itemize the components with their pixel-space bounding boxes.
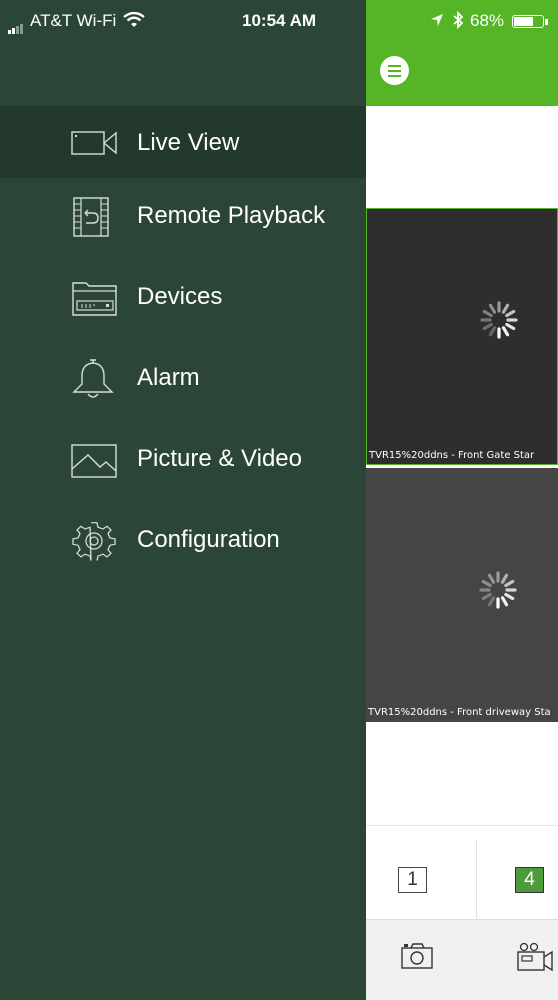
menu-item-devices[interactable]: Devices <box>0 259 366 340</box>
record-icon[interactable] <box>516 942 558 972</box>
loading-spinner-icon <box>480 301 518 339</box>
picture-icon <box>71 444 117 478</box>
bell-icon <box>72 359 114 398</box>
divider <box>476 841 477 918</box>
battery-percent: 68% <box>470 11 505 30</box>
navigation-drawer: Live View Remote Playback Devices Alarm … <box>0 40 366 1000</box>
bluetooth-icon <box>453 11 464 29</box>
clock: 10:54 AM <box>242 11 317 30</box>
drawer-menu: Live View Remote Playback Devices Alarm … <box>0 106 366 583</box>
menu-item-configuration[interactable]: Configuration <box>0 502 366 583</box>
split-1-button[interactable]: 1 <box>398 867 427 893</box>
camera-tile-1[interactable]: TVR15%20ddns - Front Gate Star <box>366 208 558 465</box>
devices-icon <box>72 282 117 316</box>
menu-item-live-view[interactable]: Live View <box>0 106 366 178</box>
gear-icon <box>72 522 116 561</box>
menu-item-picture-video[interactable]: Picture & Video <box>0 421 366 502</box>
battery-tip <box>545 19 548 25</box>
location-icon <box>431 14 443 26</box>
bottom-toolbar <box>366 919 558 1000</box>
menu-item-label: Configuration <box>137 526 280 553</box>
drawer-header <box>0 40 366 106</box>
carrier-name: AT&T Wi-Fi <box>30 11 117 30</box>
wifi-icon <box>123 12 145 27</box>
camera-label: TVR15%20ddns - Front driveway Sta <box>368 707 551 718</box>
camera-label: TVR15%20ddns - Front Gate Star <box>369 450 535 461</box>
status-bar: AT&T Wi-Fi 10:54 AM 68% <box>0 0 558 40</box>
battery-icon <box>512 15 544 28</box>
menu-item-label: Alarm <box>137 364 200 391</box>
playback-icon <box>73 197 109 237</box>
snapshot-icon[interactable] <box>400 942 434 970</box>
menu-item-label: Live View <box>137 129 240 156</box>
loading-spinner-icon <box>479 571 517 609</box>
top-bar <box>366 40 558 106</box>
menu-item-label: Remote Playback <box>137 202 326 229</box>
menu-item-remote-playback[interactable]: Remote Playback <box>0 178 366 259</box>
camera-tile-2[interactable]: TVR15%20ddns - Front driveway Sta <box>366 468 558 722</box>
live-view-screen: TVR15%20ddns - Front Gate Star TVR15%20d… <box>366 40 558 1000</box>
menu-item-label: Devices <box>137 283 223 310</box>
menu-item-label: Picture & Video <box>137 445 302 472</box>
menu-icon[interactable] <box>380 56 409 85</box>
menu-item-alarm[interactable]: Alarm <box>0 340 366 421</box>
signal-icon <box>8 16 24 34</box>
split-selector: 1 4 <box>366 825 558 919</box>
split-4-button[interactable]: 4 <box>515 867 544 893</box>
camera-icon <box>71 131 117 155</box>
